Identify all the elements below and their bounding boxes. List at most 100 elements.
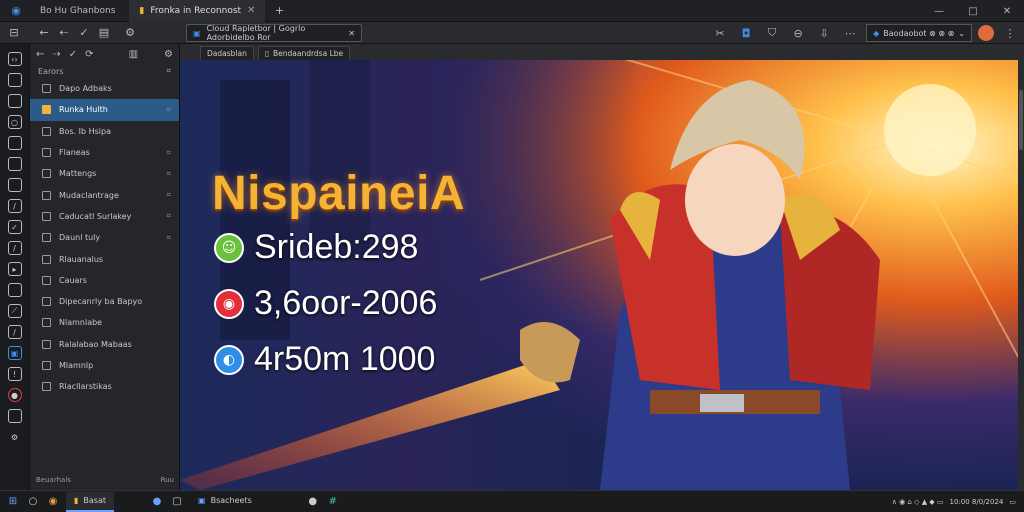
refresh-icon[interactable]: ⟳ [85,49,93,60]
checkmark-icon[interactable]: ✓ [69,49,77,60]
debug-icon[interactable] [7,157,22,171]
close-window-button[interactable]: ✕ [990,0,1024,22]
trash-icon[interactable]: ▥ [129,49,138,60]
bird-icon [42,254,51,264]
more-icon[interactable]: ⋮ [1000,24,1020,42]
back-icon[interactable]: ← [36,49,44,60]
shield-icon[interactable]: ⛉ [762,24,782,42]
sidebar-footer: Beuarhals Ruu [30,476,180,488]
sidebar-item[interactable]: Flaneas ⌗ [30,142,179,163]
location-icon[interactable]: ! [7,367,22,381]
game-banner: NispaineiA ☺ Srideb:298 ◉ 3,6oor-2006 ◐ … [180,60,1020,490]
sidebar-item[interactable]: Caducatl Surlakey ⌗ [30,206,179,227]
history-icon[interactable]: ⊖ [788,24,808,42]
clock[interactable]: 10:00 8/0/2024 [950,498,1004,506]
start-icon[interactable]: ⊞ [6,495,20,509]
sidebar-item[interactable]: Rlacllarstikas [30,376,179,397]
maximize-button[interactable]: □ [956,0,990,22]
taskbar-app-label: Basat [83,496,107,505]
chart-icon[interactable]: ⟋ [7,304,22,318]
pen-icon[interactable]: / [7,199,22,213]
chrome-icon[interactable]: ◉ [46,495,60,509]
content-scrollbar[interactable] [1018,60,1024,490]
page-icon [42,126,51,136]
sidebar-item[interactable]: Ralalabao Mabaas [30,334,179,355]
item-action-icon[interactable]: ⌗ [166,190,171,200]
terminal-icon[interactable]: ▣ [7,346,22,360]
brush-icon[interactable]: / [7,241,22,255]
sidebar-item[interactable]: Cauars [30,270,179,291]
item-action-icon[interactable]: ⌗ [166,105,171,115]
sidebar-item[interactable]: Daunl tuly ⌗ [30,227,179,248]
forward-icon[interactable]: ⇠ [54,24,74,42]
sidebar-item[interactable]: Nlamnlabe [30,312,179,333]
settings-icon[interactable]: ⚙ [164,49,173,60]
item-action-icon[interactable]: ⌗ [166,233,171,243]
forward-icon[interactable]: ⇢ [52,49,60,60]
puzzle-icon[interactable]: ✂ [710,24,730,42]
download-icon[interactable]: ⇩ [814,24,834,42]
checkmark-icon[interactable]: ✓ [74,24,94,42]
sidebar-item[interactable]: Mudaclantrage ⌗ [30,184,179,205]
grid-icon[interactable]: # [326,495,340,509]
app-icon: ▮ [74,496,79,505]
sidebar-item[interactable]: Dapo Adbaks [30,78,179,99]
profile-switcher[interactable]: ◆ Baodaobot ⊗ ⊗ ⊗ ⌄ [866,24,972,42]
taskbar-app-label: Bsacheets [210,496,252,505]
database-icon[interactable] [7,283,22,297]
code-icon[interactable]: ‹› [7,52,22,66]
settings-icon[interactable]: ⚙ [120,24,140,42]
sidebar-item[interactable]: Rlauanalus [30,248,179,269]
files-icon[interactable] [7,73,22,87]
folder-icon[interactable]: ▤ [94,24,114,42]
play-icon[interactable]: ▸ [7,262,22,276]
menu-icon[interactable]: ⋯ [840,24,860,42]
minimize-button[interactable]: — [922,0,956,22]
taskbar-app-2[interactable]: ▣ Bsacheets [190,492,260,512]
item-action-icon[interactable]: ⌗ [166,211,171,221]
os-taskbar: ⊞ ○ ◉ ▮ Basat ● ▢ ▣ Bsacheets ● # ∧ ◉ ⌂ … [0,490,1024,512]
sidebar-item[interactable]: Mlamnlp [30,355,179,376]
pin-icon[interactable]: ● [150,495,164,509]
page-icon [42,84,51,94]
edit-icon[interactable]: / [7,325,22,339]
copy-icon[interactable] [7,94,22,108]
tab-first[interactable]: Bo Hu Ghanbons [30,0,125,22]
search-icon[interactable]: ○ [26,495,40,509]
sidebar-header: Earors ⌗ [30,64,179,78]
gear-icon[interactable]: ⚙ [8,430,22,444]
sidebar-item[interactable]: Dipecanrly ba Bapyo [30,291,179,312]
back-icon[interactable]: ← [34,24,54,42]
explorer-sidebar: ← ⇢ ✓ ⟳ ▥ ⚙ Earors ⌗ Dapo Adbaks Runka Hu… [30,44,180,490]
check-icon[interactable]: ✓ [7,220,22,234]
extension-icon[interactable]: ◘ [736,24,756,42]
sidebar-item[interactable]: Bos. Ib Hsipa [30,121,179,142]
address-clear-icon[interactable]: ✕ [348,29,355,38]
square-icon[interactable] [7,178,22,192]
git-icon[interactable] [7,136,22,150]
tab-active[interactable]: ▮ Fronka in Reconnost ✕ [129,0,266,22]
sidebar-item[interactable]: Mattengs ⌗ [30,163,179,184]
doc-tab-1[interactable]: Dadasblan [200,46,254,60]
tray-icons[interactable]: ∧ ◉ ⌂ ◇ ▲ ◆ ▭ [892,498,944,506]
sidebar-item[interactable]: Runka Hulth ⌗ [30,99,179,121]
window-icon[interactable]: ▢ [170,495,184,509]
search-icon[interactable]: ○ [7,115,22,129]
inbox-icon[interactable] [7,409,22,423]
page-icon [42,339,51,349]
circle-icon[interactable]: ● [306,495,320,509]
scrollbar-thumb[interactable] [1019,90,1023,150]
chrome-icon[interactable]: ● [7,388,22,402]
taskbar-app-1[interactable]: ▮ Basat [66,491,115,512]
tab-close-icon[interactable]: ✕ [247,5,255,16]
address-bar[interactable]: ▣ Cloud Rapletbor | Gogrlo Adorbidelbo R… [186,24,362,42]
speed-badge-icon: ◐ [214,344,244,375]
avatar[interactable] [978,25,994,41]
item-action-icon[interactable]: ⌗ [166,169,171,179]
notification-icon[interactable]: ▭ [1009,498,1016,506]
doc-tab-2[interactable]: ▯ Bendaandrdsa Lbe [257,46,351,60]
sidebar-toggle-icon[interactable]: ⊟ [4,24,24,42]
collapse-icon[interactable]: ⌗ [166,66,171,76]
new-tab-icon[interactable]: + [269,2,289,20]
item-action-icon[interactable]: ⌗ [166,148,171,158]
